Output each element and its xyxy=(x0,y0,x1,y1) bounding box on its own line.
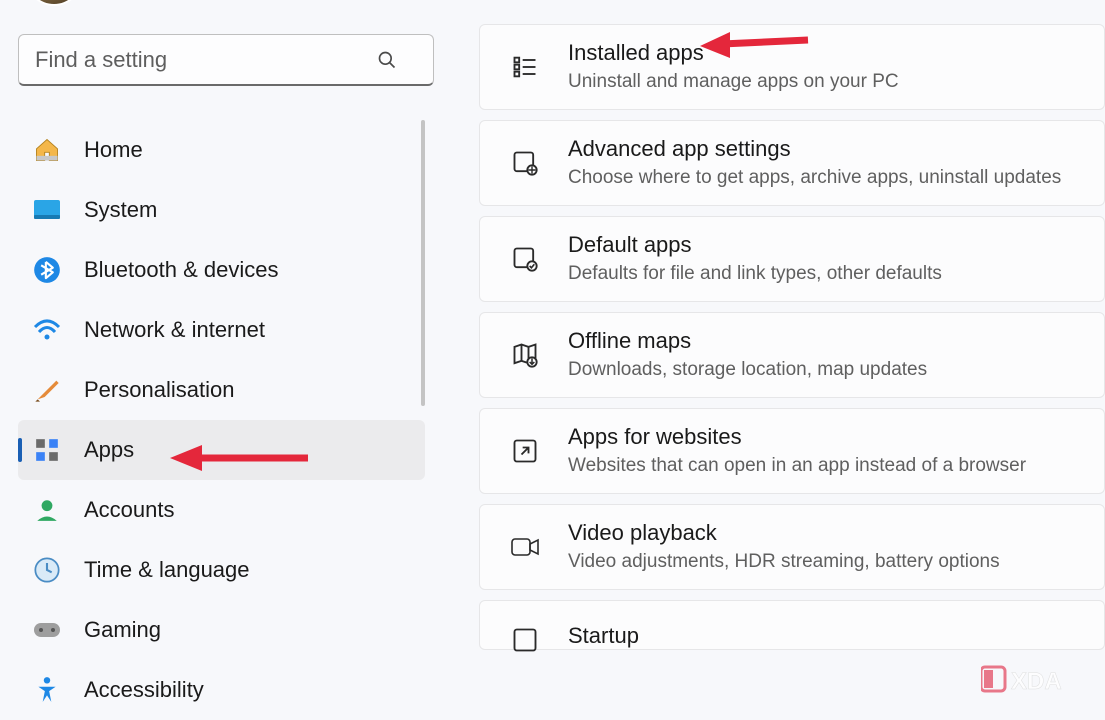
main-content: Installed apps Uninstall and manage apps… xyxy=(445,0,1105,720)
home-icon xyxy=(32,135,62,165)
open-link-icon xyxy=(510,436,540,466)
sidebar-item-accessibility[interactable]: Accessibility xyxy=(18,660,425,720)
sidebar-item-time-language[interactable]: Time & language xyxy=(18,540,425,600)
card-installed-apps[interactable]: Installed apps Uninstall and manage apps… xyxy=(479,24,1105,110)
search-wrap xyxy=(18,34,425,86)
map-download-icon xyxy=(510,340,540,370)
settings-sidebar: Home System Bluetooth & devices Network … xyxy=(0,0,445,720)
card-apps-for-websites[interactable]: Apps for websites Websites that can open… xyxy=(479,408,1105,494)
sidebar-item-label: Bluetooth & devices xyxy=(84,257,278,283)
sidebar-item-label: Accounts xyxy=(84,497,175,523)
card-desc: Websites that can open in an app instead… xyxy=(568,455,1026,478)
accessibility-icon xyxy=(32,675,62,705)
sidebar-item-bluetooth[interactable]: Bluetooth & devices xyxy=(18,240,425,300)
card-title: Offline maps xyxy=(568,328,927,354)
card-title: Default apps xyxy=(568,232,942,258)
sidebar-item-accounts[interactable]: Accounts xyxy=(18,480,425,540)
card-advanced-app-settings[interactable]: Advanced app settings Choose where to ge… xyxy=(479,120,1105,206)
card-desc: Defaults for file and link types, other … xyxy=(568,263,942,286)
gamepad-icon xyxy=(32,615,62,645)
sidebar-item-network[interactable]: Network & internet xyxy=(18,300,425,360)
bluetooth-icon xyxy=(32,255,62,285)
sidebar-item-label: Network & internet xyxy=(84,317,265,343)
xda-watermark: XDA xyxy=(981,663,1091,702)
card-desc: Video adjustments, HDR streaming, batter… xyxy=(568,551,1000,574)
sidebar-item-personalisation[interactable]: Personalisation xyxy=(18,360,425,420)
system-icon xyxy=(32,195,62,225)
card-default-apps[interactable]: Default apps Defaults for file and link … xyxy=(479,216,1105,302)
video-icon xyxy=(510,532,540,562)
card-title: Apps for websites xyxy=(568,424,1026,450)
sidebar-item-home[interactable]: Home xyxy=(18,120,425,180)
person-icon xyxy=(32,495,62,525)
card-startup[interactable]: Startup xyxy=(479,600,1105,650)
nav-list: Home System Bluetooth & devices Network … xyxy=(18,120,425,720)
card-offline-maps[interactable]: Offline maps Downloads, storage location… xyxy=(479,312,1105,398)
card-video-playback[interactable]: Video playback Video adjustments, HDR st… xyxy=(479,504,1105,590)
sidebar-item-system[interactable]: System xyxy=(18,180,425,240)
clock-globe-icon xyxy=(32,555,62,585)
sidebar-item-label: Home xyxy=(84,137,143,163)
sidebar-item-label: System xyxy=(84,197,157,223)
default-apps-icon xyxy=(510,244,540,274)
sidebar-item-apps[interactable]: Apps xyxy=(18,420,425,480)
sidebar-item-label: Accessibility xyxy=(84,677,204,703)
sidebar-item-gaming[interactable]: Gaming xyxy=(18,600,425,660)
avatar[interactable] xyxy=(26,0,82,6)
sidebar-item-label: Time & language xyxy=(84,557,250,583)
installed-apps-icon xyxy=(510,52,540,82)
svg-text:XDA: XDA xyxy=(1011,668,1062,695)
card-desc: Choose where to get apps, archive apps, … xyxy=(568,167,1061,190)
apps-icon xyxy=(32,435,62,465)
search-input[interactable] xyxy=(18,34,434,86)
sidebar-item-label: Apps xyxy=(84,437,134,463)
card-desc: Uninstall and manage apps on your PC xyxy=(568,71,899,94)
startup-icon xyxy=(510,625,540,655)
wifi-icon xyxy=(32,315,62,345)
card-title: Video playback xyxy=(568,520,1000,546)
paintbrush-icon xyxy=(32,375,62,405)
sidebar-item-label: Personalisation xyxy=(84,377,234,403)
card-title: Advanced app settings xyxy=(568,136,1061,162)
card-title: Startup xyxy=(568,623,639,649)
app-gear-icon xyxy=(510,148,540,178)
sidebar-item-label: Gaming xyxy=(84,617,161,643)
card-desc: Downloads, storage location, map updates xyxy=(568,359,927,382)
card-title: Installed apps xyxy=(568,40,899,66)
